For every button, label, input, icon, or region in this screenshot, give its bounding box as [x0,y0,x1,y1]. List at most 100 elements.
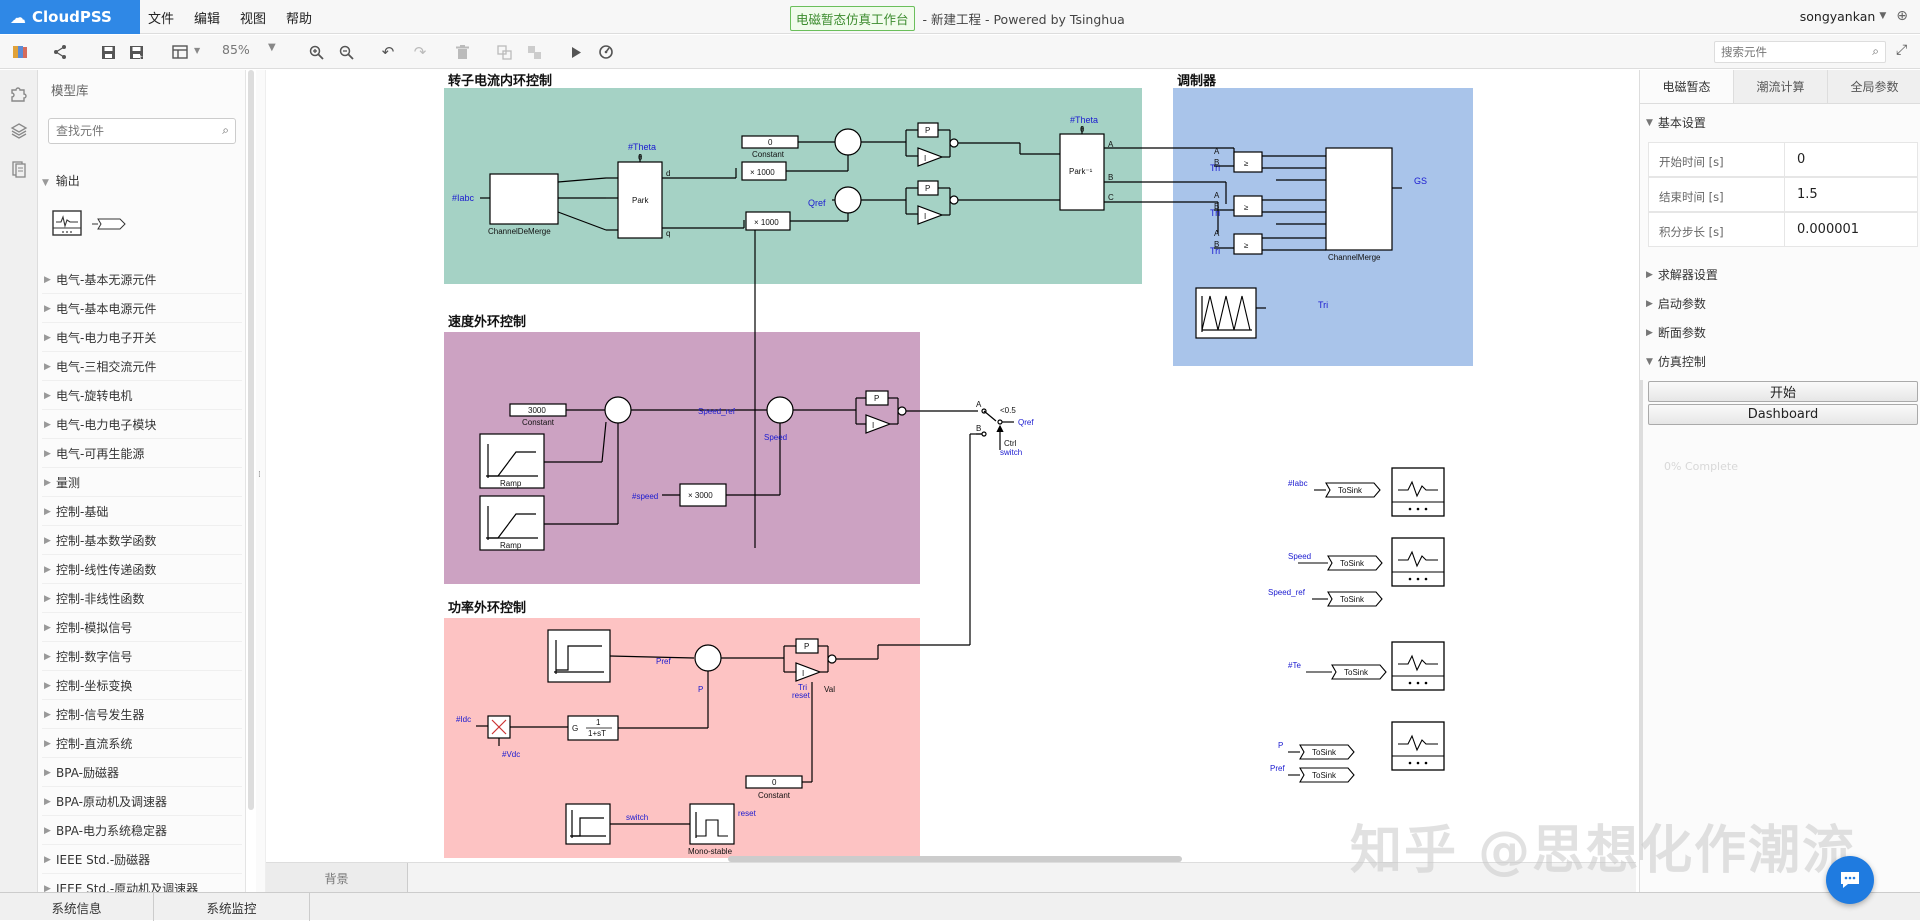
zoom-caret-icon[interactable]: ▼ [268,42,276,53]
library-category-item[interactable]: ▶ 量测 [42,469,242,497]
oscilloscope-block[interactable] [1391,721,1445,771]
component-search[interactable]: ⌕ [1714,41,1886,63]
channel-demerge-block[interactable] [489,173,559,225]
library-book-icon[interactable] [8,40,32,64]
save-icon[interactable] [96,40,120,64]
globe-icon[interactable]: ⊕ [1896,8,1908,24]
prop-value-start-time[interactable]: 0 [1785,143,1917,176]
start-button[interactable]: 开始 [1648,381,1918,402]
username[interactable]: songyankan [1800,9,1876,24]
label-x1000-2: × 1000 [754,218,779,227]
zoom-out-icon[interactable] [334,40,358,64]
sum-block-power[interactable] [694,644,722,672]
library-scrollbar[interactable] [248,70,254,810]
gauge-icon[interactable] [594,40,618,64]
delete-icon[interactable] [450,40,474,64]
tab-emt[interactable]: 电磁暂态 [1640,70,1734,103]
section-solver-settings[interactable]: ▶ 求解器设置 [1646,266,1718,283]
properties-scrollbar[interactable] [1639,380,1643,860]
layout-icon[interactable] [168,40,192,64]
sum-block-1[interactable] [834,128,862,156]
save-as-icon[interactable]: + [124,40,148,64]
library-search[interactable]: ⌕ [48,118,236,144]
tab-system-monitor[interactable]: 系统监控 [154,893,310,921]
tab-global-params[interactable]: 全局参数 [1828,70,1920,103]
library-category-item[interactable]: ▶ 控制-非线性函数 [42,585,242,613]
oscilloscope-block[interactable] [1391,537,1445,587]
library-category-item[interactable]: ▶ IEEE Std.-原动机及调速器 [42,875,242,892]
section-snapshot-params[interactable]: ▶ 断面参数 [1646,324,1706,341]
library-category-item[interactable]: ▶ BPA-励磁器 [42,759,242,787]
library-category-item[interactable]: ▶ BPA-原动机及调速器 [42,788,242,816]
library-category-item[interactable]: ▶ 控制-数字信号 [42,643,242,671]
search-icon[interactable]: ⌕ [222,123,229,138]
document-icon[interactable] [8,158,30,180]
channel-merge-block[interactable] [1325,147,1393,251]
sum-block-speed-2[interactable] [766,396,794,424]
section-sim-control[interactable]: ▼ 仿真控制 [1646,353,1706,370]
ungroup-icon[interactable] [522,40,546,64]
tosink-component-icon[interactable] [92,218,126,233]
label-constant-2: Constant [522,418,555,427]
expand-icon[interactable]: ⤢ [1896,42,1907,58]
layers-icon[interactable] [8,120,30,142]
prop-value-end-time[interactable]: 1.5 [1785,178,1917,211]
search-icon[interactable]: ⌕ [1872,44,1879,59]
library-category-item[interactable]: ▶ 控制-直流系统 [42,730,242,758]
workspace-badge[interactable]: 电磁暂态仿真工作台 [790,6,915,31]
group-power-bg[interactable] [444,618,920,858]
component-search-input[interactable] [1715,42,1855,62]
label-3000: 3000 [528,406,546,415]
dashboard-button[interactable]: Dashboard [1648,404,1918,425]
schematic-canvas[interactable]: 转子电流内环控制 调制器 速度外环控制 功率外环控制 #Iabc #Theta … [266,70,1636,858]
group-icon[interactable] [492,40,516,64]
library-category-item[interactable]: ▶ BPA-电力系统稳定器 [42,817,242,845]
tab-system-info[interactable]: 系统信息 [0,893,154,921]
share-icon[interactable] [48,40,72,64]
library-search-input[interactable] [49,119,209,143]
menu-view[interactable]: 视图 [240,8,266,27]
library-category-item[interactable]: ▶ 电气-电力电子模块 [42,411,242,439]
sum-block-2[interactable] [834,186,862,214]
run-icon[interactable] [564,40,588,64]
caret-right-icon: ▶ [44,767,51,778]
tab-background[interactable]: 背景 [266,863,408,893]
menu-file[interactable]: 文件 [148,8,174,27]
oscilloscope-block[interactable] [1391,641,1445,691]
prop-value-step-size[interactable]: 0.000001 [1785,213,1917,246]
library-category-item[interactable]: ▶ 控制-模拟信号 [42,614,242,642]
sum-block-speed-1[interactable] [604,396,632,424]
menu-edit[interactable]: 编辑 [194,8,220,27]
tab-powerflow[interactable]: 潮流计算 [1734,70,1828,103]
undo-icon[interactable]: ↶ [376,40,400,64]
library-category-item[interactable]: ▶ 电气-旋转电机 [42,382,242,410]
section-basic-settings[interactable]: ▼ 基本设置 [1646,114,1706,131]
menu-help[interactable]: 帮助 [286,8,312,27]
library-category-item[interactable]: ▶ 电气-三相交流元件 [42,353,242,381]
oscilloscope-component-icon[interactable] [52,210,82,239]
section-startup-params[interactable]: ▶ 启动参数 [1646,295,1706,312]
puzzle-icon[interactable] [8,82,30,104]
zoom-level[interactable]: 85% [222,42,250,57]
library-category-item[interactable]: ▶ 电气-电力电子开关 [42,324,242,352]
panel-splitter[interactable]: ⁞ [256,70,266,892]
chat-bubble-icon[interactable] [1826,856,1874,904]
schematic-diagram[interactable]: 转子电流内环控制 调制器 速度外环控制 功率外环控制 #Iabc #Theta … [266,70,1636,858]
cloudpss-logo[interactable]: ☁ CloudPSS [0,0,140,34]
library-category-item[interactable]: ▶ IEEE Std.-励磁器 [42,846,242,874]
oscilloscope-block[interactable] [1391,467,1445,517]
category-output[interactable]: ▼ 输出 [42,172,80,189]
zoom-in-icon[interactable] [304,40,328,64]
library-category-item[interactable]: ▶ 控制-坐标变换 [42,672,242,700]
library-category-item[interactable]: ▶ 电气-可再生能源 [42,440,242,468]
library-category-item[interactable]: ▶ 控制-线性传递函数 [42,556,242,584]
library-category-item[interactable]: ▶ 控制-基本数学函数 [42,527,242,555]
redo-icon[interactable]: ↷ [408,40,432,64]
layout-caret-icon[interactable]: ▼ [194,46,200,55]
library-category-item[interactable]: ▶ 电气-基本电源元件 [42,295,242,323]
user-menu[interactable]: songyankan ▼ ⊕ [1800,8,1908,24]
library-category-item[interactable]: ▶ 电气-基本无源元件 [42,266,242,294]
step-block-1[interactable] [547,629,611,683]
library-category-item[interactable]: ▶ 控制-信号发生器 [42,701,242,729]
library-category-item[interactable]: ▶ 控制-基础 [42,498,242,526]
